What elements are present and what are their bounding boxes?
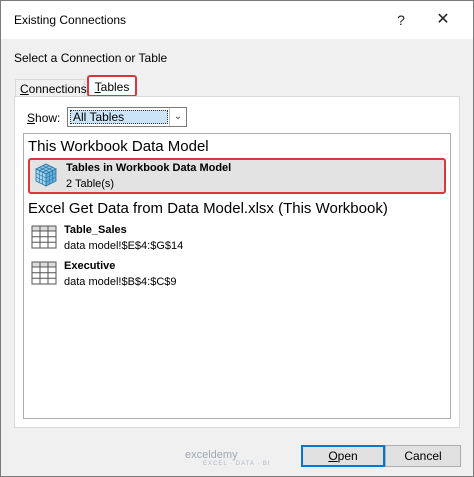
tab-tables[interactable]: Tables: [87, 75, 137, 97]
item-name: Tables in Workbook Data Model: [66, 162, 232, 174]
item-name: Executive: [64, 260, 116, 272]
window-title: Existing Connections: [14, 13, 127, 27]
existing-connections-dialog: Existing Connections ? ✕ Select a Connec…: [0, 0, 474, 477]
title-bar: Existing Connections ? ✕: [1, 1, 473, 39]
close-button[interactable]: ✕: [431, 9, 455, 31]
chevron-down-icon[interactable]: ⌄: [169, 108, 186, 126]
tables-tab-panel: Show: All Tables ⌄ This Workbook Data Mo…: [14, 96, 460, 428]
open-button-accesskey: O: [328, 449, 338, 463]
show-label: Show:: [27, 111, 60, 125]
data-model-cube-icon: [32, 161, 60, 189]
open-button[interactable]: Open: [301, 445, 385, 467]
group-header-workbook-data-model: This Workbook Data Model: [28, 138, 209, 155]
show-label-accesskey: S: [27, 111, 36, 125]
tab-connections-accesskey: C: [20, 82, 29, 96]
item-name: Table_Sales: [64, 224, 127, 236]
item-detail: data model!$B$4:$C$9: [64, 276, 177, 288]
dialog-body: Select a Connection or Table Connections…: [1, 39, 473, 476]
connections-list[interactable]: This Workbook Data Model Tables in Workb…: [23, 133, 451, 419]
group-header-this-workbook: Excel Get Data from Data Model.xlsx (Thi…: [28, 200, 388, 217]
item-detail: 2 Table(s): [66, 178, 115, 190]
list-item-table-sales[interactable]: Table_Sales data model!$E$4:$G$14: [28, 222, 446, 258]
list-item-executive[interactable]: Executive data model!$B$4:$C$9: [28, 258, 446, 294]
table-grid-icon: [30, 223, 58, 251]
table-grid-icon: [30, 259, 58, 287]
watermark-tagline: EXCEL · DATA · BI: [203, 461, 271, 467]
list-item-tables-in-data-model[interactable]: Tables in Workbook Data Model 2 Table(s): [28, 158, 446, 194]
open-button-label: pen: [337, 449, 358, 463]
help-button[interactable]: ?: [389, 9, 413, 31]
watermark-logo: exceldemy: [185, 449, 238, 461]
item-detail: data model!$E$4:$G$14: [64, 240, 184, 252]
cancel-button[interactable]: Cancel: [385, 445, 461, 467]
dialog-footer: exceldemy EXCEL · DATA · BI Open Cancel: [1, 439, 473, 476]
show-label-text: how:: [35, 111, 61, 125]
tab-tables-label: ables: [100, 80, 130, 94]
select-connection-label: Select a Connection or Table: [14, 51, 168, 65]
tab-connections[interactable]: Connections: [15, 79, 87, 97]
show-filter-dropdown[interactable]: All Tables ⌄: [67, 107, 187, 127]
show-filter-value: All Tables: [70, 110, 168, 124]
tab-connections-label: onnections: [28, 82, 87, 96]
